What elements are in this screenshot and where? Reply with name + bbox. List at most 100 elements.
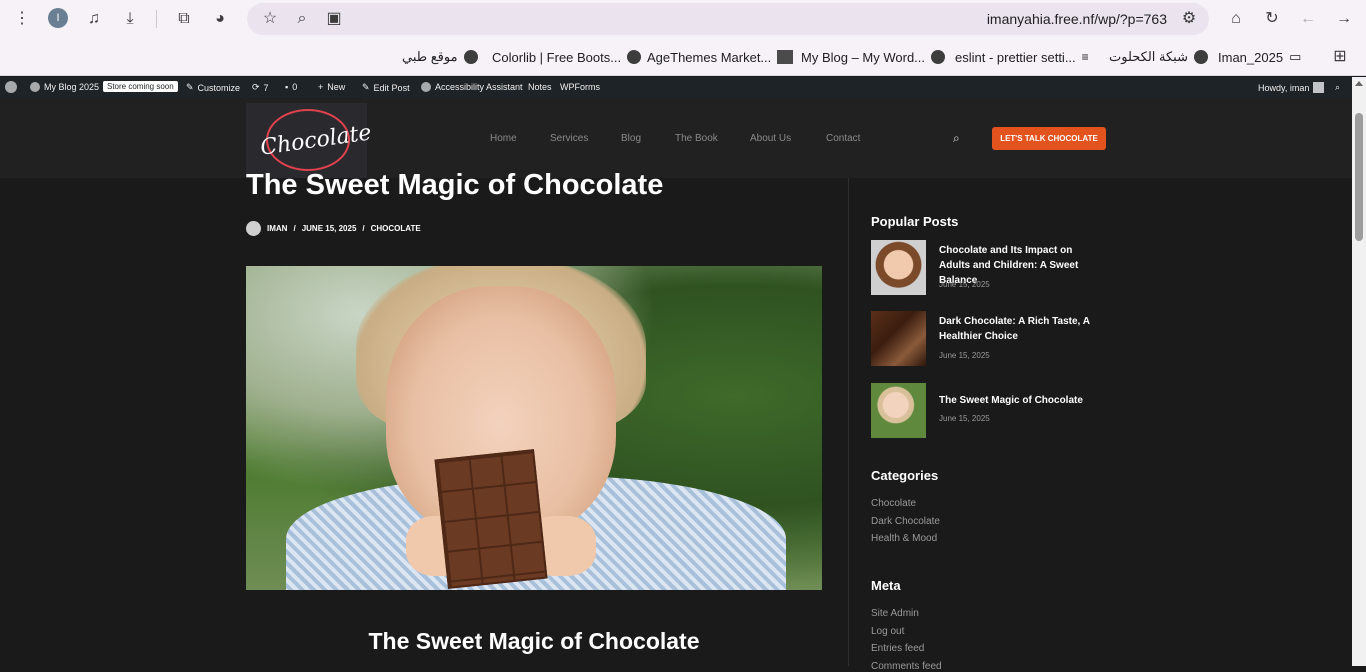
admin-new[interactable]: + New xyxy=(318,82,345,92)
menu-icon[interactable]: ⋮ xyxy=(12,9,32,29)
bookmark-colorlib[interactable]: Colorlib | Free Boots... xyxy=(492,48,642,66)
meta-title: Meta xyxy=(871,578,901,593)
brush-icon: ✎ xyxy=(186,82,194,92)
globe-icon xyxy=(627,50,642,64)
new-label: New xyxy=(327,82,346,92)
comment-icon: ▪ xyxy=(285,82,289,92)
url-text[interactable]: imanyahia.free.nf/wp/?p=763 xyxy=(987,11,1167,27)
post-heading: The Sweet Magic of Chocolate xyxy=(368,628,700,654)
globe-icon xyxy=(931,50,946,64)
admin-comments[interactable]: ▪ 0 xyxy=(285,82,297,92)
apps-grid-icon[interactable]: ⊞ xyxy=(1330,47,1350,67)
admin-wpforms[interactable]: WPForms xyxy=(560,82,600,92)
nav-home[interactable]: Home xyxy=(490,133,517,144)
popular-post-item[interactable]: Dark Chocolate: A Rich Taste, A Healthie… xyxy=(871,311,1111,367)
featured-image xyxy=(246,266,822,590)
admin-notes[interactable]: Notes xyxy=(528,82,552,92)
admin-accessibility[interactable]: Accessibility Assistant xyxy=(421,82,523,92)
bookmark-agethemes[interactable]: AgeThemes Market... xyxy=(647,48,794,66)
bookmark-kahlout[interactable]: شبكة الكحلوت xyxy=(1109,48,1208,66)
back-icon[interactable]: ← xyxy=(1298,9,1318,29)
bookmarks-bar: موقع طبي Colorlib | Free Boots... AgeThe… xyxy=(0,38,1366,76)
bookmark-label: eslint - prettier setti... xyxy=(955,49,1076,65)
site-name-label: My Blog 2025 xyxy=(44,82,100,92)
folder-icon: ▭ xyxy=(1289,49,1302,64)
zoom-icon[interactable]: ⌕ xyxy=(292,9,312,29)
dashboard-icon xyxy=(30,82,40,92)
popular-post-thumbnail[interactable] xyxy=(871,383,926,438)
popular-post-title[interactable]: The Sweet Magic of Chocolate xyxy=(939,393,1099,408)
scroll-up-icon[interactable] xyxy=(1355,81,1363,86)
meta-link-entries-feed[interactable]: Entries feed xyxy=(871,643,924,654)
badge-label: Store coming soon xyxy=(103,81,178,92)
post-date[interactable]: JUNE 15, 2025 xyxy=(302,224,357,233)
scrollbar-thumb[interactable] xyxy=(1355,113,1363,241)
site-header: Chocolate Home Services Blog The Book Ab… xyxy=(0,98,1352,178)
site-logo[interactable]: Chocolate xyxy=(246,103,373,178)
user-avatar xyxy=(1313,82,1325,93)
search-icon[interactable]: ⌕ xyxy=(953,131,967,145)
admin-howdy[interactable]: Howdy, iman xyxy=(1258,82,1325,93)
profile-avatar[interactable]: I xyxy=(48,8,68,28)
howdy-label: Howdy, iman xyxy=(1258,82,1310,93)
post-meta: IMAN / JUNE 15, 2025 / CHOCOLATE xyxy=(246,221,421,236)
accessibility-icon xyxy=(421,82,431,92)
reload-icon[interactable]: ↻ xyxy=(1262,9,1282,29)
post-category[interactable]: CHOCOLATE xyxy=(371,224,421,233)
home-icon[interactable]: ⌂ xyxy=(1226,9,1246,29)
toolbar-divider xyxy=(156,10,157,28)
category-link-health-mood[interactable]: Health & Mood xyxy=(871,533,937,544)
categories-title: Categories xyxy=(871,468,939,483)
updates-count: 7 xyxy=(263,82,269,93)
bookmark-medical-site[interactable]: موقع طبي xyxy=(402,48,478,66)
admin-search-icon[interactable]: ⌕ xyxy=(1335,82,1340,93)
extension-globe-icon[interactable]: ◕ xyxy=(210,9,230,29)
address-bar[interactable]: ☆ ⌕ ▣ imanyahia.free.nf/wp/?p=763 ⚙ xyxy=(247,3,1209,35)
bookmark-folder-iman[interactable]: Iman_2025 ▭ xyxy=(1218,48,1301,66)
nav-services[interactable]: Services xyxy=(550,133,588,144)
admin-site-name[interactable]: My Blog 2025 xyxy=(30,82,99,92)
extensions-icon[interactable]: ⧉ xyxy=(174,9,194,29)
bookmark-star-icon[interactable]: ☆ xyxy=(260,9,280,29)
bookmark-label: Colorlib | Free Boots... xyxy=(492,49,622,65)
popular-post-title[interactable]: Dark Chocolate: A Rich Taste, A Healthie… xyxy=(939,314,1099,344)
globe-icon xyxy=(463,50,478,64)
admin-customize[interactable]: ✎ Customize xyxy=(186,82,240,93)
popular-post-thumbnail[interactable] xyxy=(871,240,926,295)
popular-posts-title: Popular Posts xyxy=(871,214,959,229)
media-icon[interactable]: ♫ xyxy=(84,9,104,29)
coming-soon-badge[interactable]: Store coming soon xyxy=(103,81,178,92)
forward-icon[interactable]: → xyxy=(1334,9,1354,29)
category-link-chocolate[interactable]: Chocolate xyxy=(871,498,916,509)
translate-icon[interactable]: ▣ xyxy=(324,9,344,29)
admin-edit-post[interactable]: ✎ Edit Post xyxy=(362,82,410,93)
meta-link-comments-feed[interactable]: Comments feed xyxy=(871,661,942,672)
category-link-dark-chocolate[interactable]: Dark Chocolate xyxy=(871,516,940,527)
sidebar-divider xyxy=(848,178,849,666)
nav-blog[interactable]: Blog xyxy=(621,133,641,144)
nav-contact[interactable]: Contact xyxy=(826,133,860,144)
meta-separator: / xyxy=(293,224,296,233)
bookmark-label: شبكة الكحلوت xyxy=(1109,49,1188,64)
globe-icon xyxy=(1193,50,1208,64)
popular-post-item[interactable]: The Sweet Magic of Chocolate June 15, 20… xyxy=(871,383,1111,439)
download-icon[interactable]: ⤓ xyxy=(120,9,140,29)
updates-icon: ⟳ xyxy=(252,82,260,92)
popular-post-item[interactable]: Chocolate and Its Impact on Adults and C… xyxy=(871,240,1111,296)
meta-link-log-out[interactable]: Log out xyxy=(871,626,904,637)
post-author[interactable]: IMAN xyxy=(267,224,287,233)
nav-about-us[interactable]: About Us xyxy=(750,133,791,144)
cta-button[interactable]: LET'S TALK CHOCOLATE xyxy=(992,127,1106,150)
edit-post-label: Edit Post xyxy=(373,82,410,93)
popular-post-thumbnail[interactable] xyxy=(871,311,926,366)
meta-link-site-admin[interactable]: Site Admin xyxy=(871,608,919,619)
wpforms-label: WPForms xyxy=(560,82,600,92)
site-settings-icon[interactable]: ⚙ xyxy=(1179,9,1199,29)
nav-the-book[interactable]: The Book xyxy=(675,133,718,144)
wp-admin-bar: My Blog 2025 Store coming soon ✎ Customi… xyxy=(0,77,1352,98)
admin-updates[interactable]: ⟳ 7 xyxy=(252,82,269,93)
bookmark-my-blog[interactable]: My Blog – My Word... xyxy=(801,48,946,66)
wordpress-icon[interactable] xyxy=(5,81,17,93)
bookmark-eslint[interactable]: eslint - prettier setti... ≡ xyxy=(955,48,1089,66)
page-scrollbar[interactable] xyxy=(1352,77,1366,666)
